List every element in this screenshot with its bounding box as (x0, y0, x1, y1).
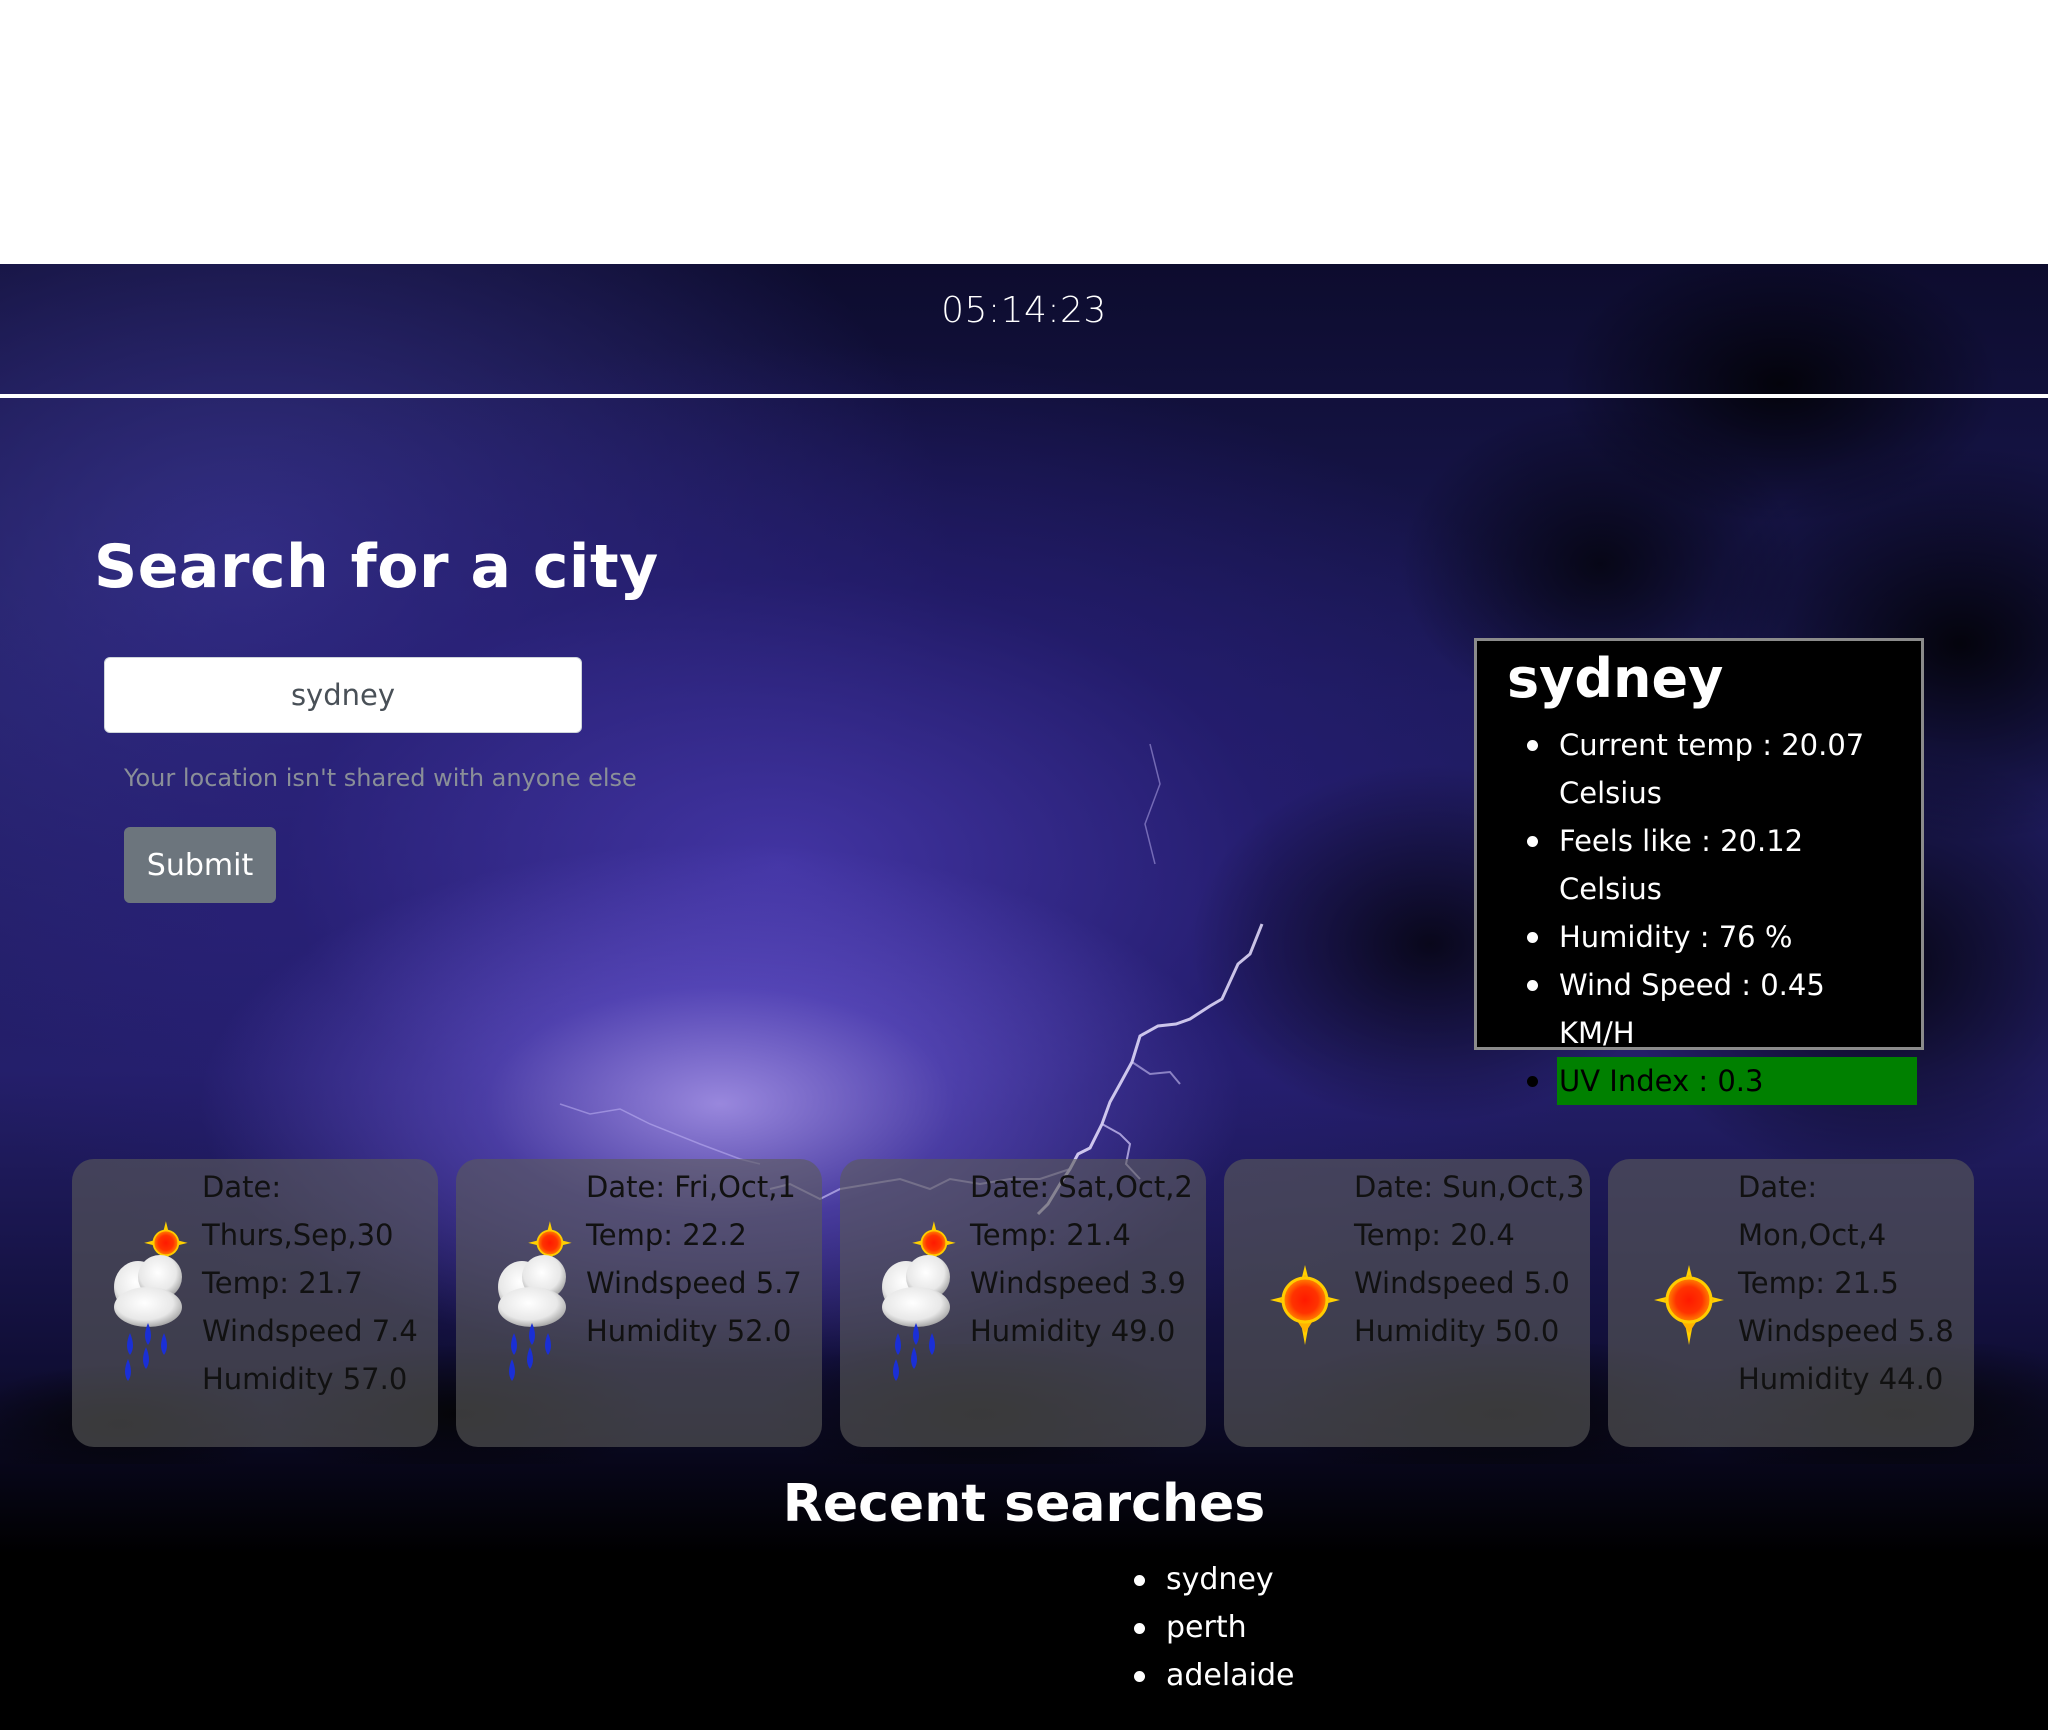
forecast-details: Date: Thurs,Sep,30 Temp: 21.7 Windspeed … (202, 1163, 434, 1403)
forecast-card-day-2: Date: Fri,Oct,1 Temp: 22.2 Windspeed 5.7… (456, 1159, 822, 1447)
forecast-details: Date: Sat,Oct,2 Temp: 21.4 Windspeed 3.9… (970, 1163, 1202, 1355)
forecast-details: Date: Sun,Oct,3 Temp: 20.4 Windspeed 5.0… (1354, 1163, 1586, 1355)
uv-index-badge: UV Index : 0.3 (1557, 1057, 1917, 1105)
forecast-details: Date: Mon,Oct,4 Temp: 21.5 Windspeed 5.8… (1738, 1163, 1970, 1403)
forecast-humidity: Humidity 57.0 (202, 1362, 408, 1396)
recent-search-item[interactable]: perth (1134, 1604, 1294, 1652)
forecast-date: Date: Sat,Oct,2 (970, 1170, 1193, 1204)
forecast-windspeed: Windspeed 7.4 (202, 1314, 418, 1348)
recent-searches-list: sydney perth adelaide (1134, 1556, 1294, 1700)
forecast-card-day-5: Date: Mon,Oct,4 Temp: 21.5 Windspeed 5.8… (1608, 1159, 1974, 1447)
humidity-item: Humidity : 76 % (1527, 913, 1899, 961)
forecast-humidity: Humidity 50.0 (1354, 1314, 1560, 1348)
forecast-humidity: Humidity 49.0 (970, 1314, 1176, 1348)
forecast-windspeed: Windspeed 3.9 (970, 1266, 1186, 1300)
current-weather-list: Current temp : 20.07 Celsius Feels like … (1527, 721, 1917, 1105)
page-background: 05:14:23 Search for a city Your location… (0, 264, 2048, 1730)
sun-icon (1652, 1263, 1726, 1347)
clock-display: 05:14:23 (941, 290, 1107, 331)
forecast-date: Date: Fri,Oct,1 (586, 1170, 796, 1204)
forecast-card-day-1: Date: Thurs,Sep,30 Temp: 21.7 Windspeed … (72, 1159, 438, 1447)
sun-icon (1268, 1263, 1342, 1347)
forecast-windspeed: Windspeed 5.8 (1738, 1314, 1954, 1348)
forecast-temp: Temp: 21.4 (970, 1218, 1131, 1252)
forecast-humidity: Humidity 52.0 (586, 1314, 792, 1348)
feels-like-item: Feels like : 20.12 Celsius (1527, 817, 1899, 913)
forecast-card-day-4: Date: Sun,Oct,3 Temp: 20.4 Windspeed 5.0… (1224, 1159, 1590, 1447)
current-weather-card: sydney Current temp : 20.07 Celsius Feel… (1474, 638, 1924, 1105)
forecast-windspeed: Windspeed 5.0 (1354, 1266, 1570, 1300)
current-temp-item: Current temp : 20.07 Celsius (1527, 721, 1899, 817)
search-title: Search for a city (94, 532, 659, 602)
recent-search-item[interactable]: adelaide (1134, 1652, 1294, 1700)
forecast-temp: Temp: 21.5 (1738, 1266, 1899, 1300)
location-help-text: Your location isn't shared with anyone e… (124, 764, 637, 792)
uv-index-item: UV Index : 0.3 (1527, 1057, 1917, 1105)
recent-search-item[interactable]: sydney (1134, 1556, 1294, 1604)
recent-searches-title: Recent searches (782, 1474, 1266, 1534)
forecast-card-day-3: Date: Sat,Oct,2 Temp: 21.4 Windspeed 3.9… (840, 1159, 1206, 1447)
header-divider (0, 394, 2048, 398)
rain-sun-icon (880, 1219, 958, 1383)
wind-speed-item: Wind Speed : 0.45 KM/H (1527, 961, 1899, 1057)
current-city-name: sydney (1507, 647, 1724, 710)
city-search-input[interactable] (104, 657, 582, 733)
rain-sun-icon (112, 1219, 190, 1383)
forecast-temp: Temp: 21.7 (202, 1266, 363, 1300)
forecast-temp: Temp: 20.4 (1354, 1218, 1515, 1252)
forecast-windspeed: Windspeed 5.7 (586, 1266, 802, 1300)
forecast-details: Date: Fri,Oct,1 Temp: 22.2 Windspeed 5.7… (586, 1163, 818, 1355)
forecast-date: Date: Mon,Oct,4 (1738, 1170, 1887, 1252)
forecast-date: Date: Sun,Oct,3 (1354, 1170, 1585, 1204)
forecast-date: Date: Thurs,Sep,30 (202, 1170, 394, 1252)
submit-button[interactable]: Submit (124, 827, 276, 903)
rain-sun-icon (496, 1219, 574, 1383)
top-blank-area (0, 0, 2048, 264)
forecast-temp: Temp: 22.2 (586, 1218, 747, 1252)
forecast-humidity: Humidity 44.0 (1738, 1362, 1944, 1396)
